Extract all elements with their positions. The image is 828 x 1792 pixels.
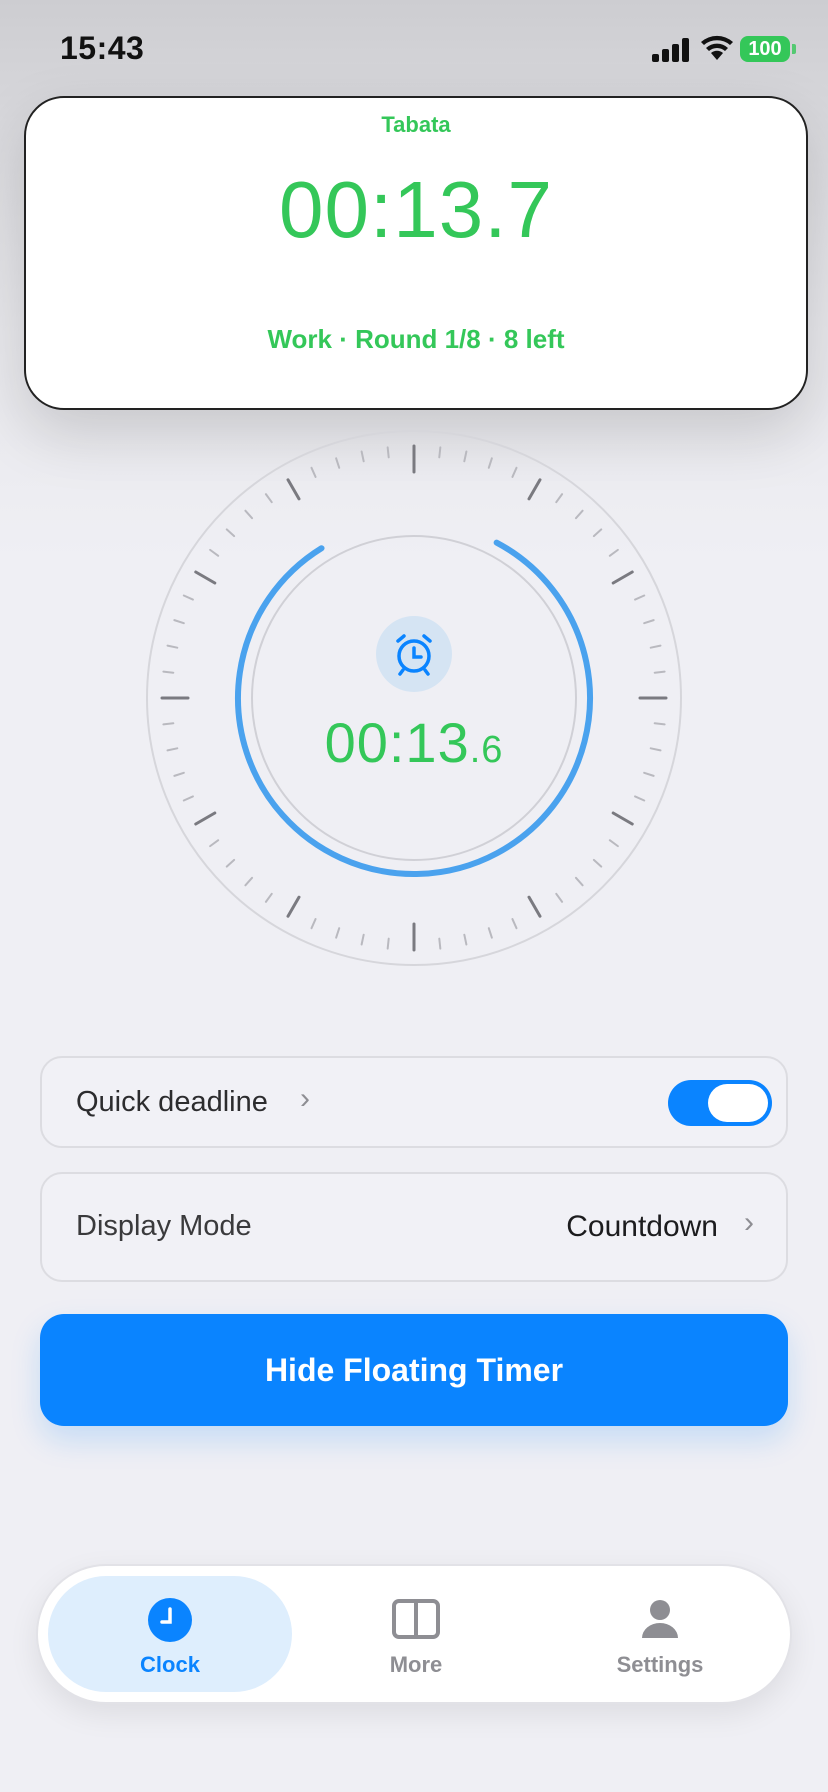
dial-tick bbox=[286, 478, 301, 501]
dial-tick bbox=[574, 876, 584, 887]
person-icon bbox=[642, 1600, 678, 1638]
floating-timer-round-info: Work · Round 1/8 · 8 left bbox=[267, 324, 565, 354]
display-mode-row[interactable]: Display Mode Countdown › bbox=[40, 1172, 788, 1282]
dial-tick bbox=[166, 747, 179, 752]
dial-tick bbox=[511, 918, 518, 930]
status-time: 15:43 bbox=[60, 30, 145, 66]
dial-tick bbox=[608, 839, 619, 848]
dial-tick bbox=[360, 933, 365, 946]
dial-tick bbox=[608, 548, 619, 557]
dial-tick bbox=[244, 509, 254, 520]
dial-tick bbox=[225, 858, 236, 868]
tab-more-label: More bbox=[389, 1652, 443, 1677]
battery-indicator: 100 bbox=[740, 36, 796, 62]
quick-deadline-toggle[interactable] bbox=[668, 1080, 772, 1126]
dial-tick bbox=[386, 446, 390, 459]
quick-deadline-row[interactable]: Quick deadline › bbox=[40, 1056, 788, 1148]
dial-tick bbox=[162, 670, 175, 674]
split-view-icon bbox=[392, 1599, 440, 1639]
toggle-knob bbox=[708, 1084, 768, 1122]
dial-tick bbox=[653, 670, 666, 674]
dial-tick bbox=[182, 594, 194, 601]
dial-tick bbox=[173, 771, 185, 777]
status-bar: 15:43 100 bbox=[0, 0, 828, 96]
dial-tick bbox=[166, 644, 179, 649]
dial-tick bbox=[438, 446, 442, 459]
cellular-signal-icon bbox=[652, 38, 692, 62]
dial-tick bbox=[173, 619, 185, 625]
quick-deadline-label: Quick deadline bbox=[76, 1086, 268, 1118]
dial-tick bbox=[225, 528, 236, 538]
dial-time-fraction: .6 bbox=[469, 729, 504, 771]
timer-dial bbox=[146, 430, 682, 966]
dial-tick bbox=[634, 795, 646, 802]
hide-floating-timer-button[interactable]: Hide Floating Timer bbox=[40, 1314, 788, 1426]
dial-tick bbox=[386, 937, 390, 950]
dial-tick bbox=[487, 927, 493, 939]
dial-inner-ring bbox=[251, 535, 577, 861]
dial-tick bbox=[286, 895, 301, 918]
dial-tick bbox=[463, 933, 468, 946]
dial-tick bbox=[592, 528, 603, 538]
dial-tick bbox=[527, 478, 542, 501]
dial-tick bbox=[162, 722, 175, 726]
display-mode-value: Countdown bbox=[566, 1210, 718, 1243]
tab-settings[interactable]: Settings bbox=[538, 1576, 782, 1692]
dial-outer-ring bbox=[146, 430, 682, 966]
tab-clock-label: Clock bbox=[140, 1652, 200, 1677]
dial-tick bbox=[438, 937, 442, 950]
dial-tick bbox=[649, 644, 662, 649]
dial-tick bbox=[244, 876, 254, 887]
dial-tick bbox=[194, 570, 217, 585]
chevron-right-icon: › bbox=[744, 1206, 754, 1239]
dial-tick bbox=[574, 509, 584, 520]
dial-tick bbox=[653, 722, 666, 726]
floating-timer-card[interactable]: Tabata 00:13.7 Work · Round 1/8 · 8 left bbox=[24, 96, 808, 410]
dial-tick bbox=[634, 594, 646, 601]
tab-clock[interactable]: Clock bbox=[48, 1576, 292, 1692]
tab-more[interactable]: More bbox=[294, 1576, 538, 1692]
dial-tick bbox=[592, 858, 603, 868]
dial-tick bbox=[209, 548, 220, 557]
dial-tick bbox=[335, 457, 341, 469]
dial-tick bbox=[643, 771, 655, 777]
dial-tick bbox=[182, 795, 194, 802]
wifi-icon bbox=[701, 35, 733, 60]
floating-timer-time: 00:13.7 bbox=[279, 165, 553, 254]
dial-tick bbox=[511, 466, 518, 478]
dial-tick bbox=[209, 839, 220, 848]
dial-tick bbox=[487, 457, 493, 469]
floating-timer-mode-label: Tabata bbox=[381, 112, 451, 137]
dial-tick bbox=[611, 811, 634, 826]
dial-tick bbox=[527, 895, 542, 918]
dial-tick bbox=[264, 892, 273, 903]
display-mode-label: Display Mode bbox=[76, 1210, 252, 1242]
dial-tick bbox=[555, 892, 564, 903]
dial-tick bbox=[335, 927, 341, 939]
dial-tick bbox=[360, 450, 365, 463]
alarm-clock-icon bbox=[376, 616, 452, 692]
dial-tick bbox=[310, 918, 317, 930]
chevron-right-icon: › bbox=[300, 1082, 310, 1115]
tab-bar: Clock More Settings bbox=[36, 1564, 792, 1704]
dial-time-readout: 00:13.6 bbox=[264, 710, 564, 775]
dial-tick bbox=[463, 450, 468, 463]
dial-tick bbox=[649, 747, 662, 752]
clock-icon bbox=[148, 1598, 192, 1642]
dial-tick bbox=[555, 493, 564, 504]
dial-tick bbox=[643, 619, 655, 625]
dial-tick bbox=[310, 466, 317, 478]
dial-tick bbox=[264, 493, 273, 504]
dial-tick bbox=[611, 570, 634, 585]
tab-settings-label: Settings bbox=[616, 1652, 704, 1677]
dial-tick bbox=[194, 811, 217, 826]
dial-time-main: 00:13 bbox=[324, 711, 470, 774]
